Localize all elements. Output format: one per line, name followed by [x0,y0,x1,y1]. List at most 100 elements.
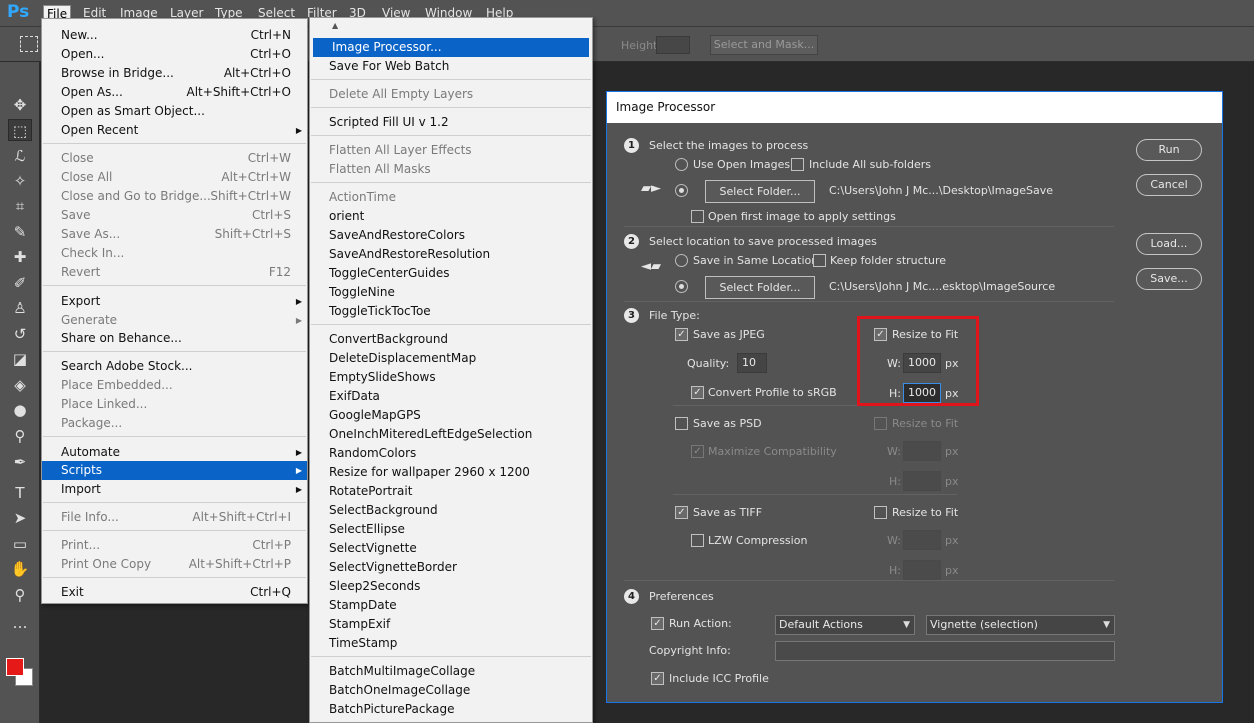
psd-height-input[interactable] [903,471,941,491]
jpeg-quality-input[interactable]: 10 [737,353,767,373]
more-tools-icon[interactable]: … [8,612,32,634]
action-set-dropdown[interactable]: Default Actions ▼ [775,615,915,635]
lasso-tool-icon[interactable]: ℒ [8,145,32,167]
script-item[interactable]: ActionTime [310,188,592,207]
script-item[interactable]: BatchPicturePackage [310,700,592,719]
file-new[interactable]: New... Ctrl+N [42,26,307,45]
tiff-width-input[interactable] [903,530,941,550]
file-save-as[interactable]: Save As... Shift+Ctrl+S [42,225,307,244]
file-share-behance[interactable]: Share on Behance... [42,329,307,348]
tiff-resize-to-fit-checkbox[interactable] [874,506,887,519]
file-close-all[interactable]: Close All Alt+Ctrl+W [42,168,307,187]
action-dropdown[interactable]: Vignette (selection) ▼ [926,615,1115,635]
script-item[interactable]: SelectBackground [310,501,592,520]
eyedropper-icon[interactable]: ✎ [8,221,32,243]
height-input[interactable] [656,36,690,54]
convert-srgb-checkbox[interactable]: ✓ [691,386,704,399]
script-item[interactable]: Flatten All Layer Effects [310,141,592,160]
file-place-embedded[interactable]: Place Embedded... [42,376,307,395]
move-tool-icon[interactable]: ✥ [8,94,32,116]
file-export[interactable]: Export ▶ [42,292,307,311]
foreground-color-swatch[interactable] [6,658,24,676]
load-button[interactable]: Load... [1136,233,1202,255]
file-search-stock[interactable]: Search Adobe Stock... [42,357,307,376]
select-and-mask-button[interactable]: Select and Mask... [710,35,818,55]
blur-tool-icon[interactable]: ● [8,399,32,421]
include-subfolders-checkbox[interactable] [791,158,804,171]
save-same-location-radio[interactable] [675,254,688,267]
script-item[interactable]: ToggleNine [310,283,592,302]
dodge-tool-icon[interactable]: ⚲ [8,425,32,447]
save-select-folder-radio[interactable] [675,280,688,293]
script-item[interactable]: Flatten All Masks [310,160,592,179]
script-item[interactable]: GoogleMapGPS [310,406,592,425]
script-item[interactable]: orient [310,207,592,226]
script-item[interactable]: Sleep2Seconds [310,577,592,596]
save-settings-button[interactable]: Save... [1136,268,1202,290]
script-item[interactable]: SelectVignetteBorder [310,558,592,577]
script-item[interactable]: SaveAndRestoreColors [310,226,592,245]
file-revert[interactable]: Revert F12 [42,263,307,282]
zoom-tool-icon[interactable]: ⚲ [8,584,32,606]
run-action-checkbox[interactable]: ✓ [651,617,664,630]
maximize-compatibility-checkbox[interactable]: ✓ [691,445,704,458]
select-folder-radio[interactable] [675,184,688,197]
script-item[interactable]: ToggleTickTocToe [310,302,592,321]
run-button[interactable]: Run [1136,139,1202,161]
script-item[interactable]: ExifData [310,387,592,406]
rectangle-tool-icon[interactable]: ▭ [8,533,32,555]
copyright-info-input[interactable] [775,641,1115,661]
file-print-one-copy[interactable]: Print One Copy Alt+Shift+Ctrl+P [42,555,307,574]
script-item[interactable]: BatchMultiImageCollage [310,662,592,681]
magic-wand-icon[interactable]: ✧ [8,170,32,192]
psd-width-input[interactable] [903,441,941,461]
hand-tool-icon[interactable]: ✋ [8,558,32,580]
file-exit[interactable]: Exit Ctrl+Q [42,583,307,602]
script-item[interactable]: StampDate [310,596,592,615]
paint-bucket-icon[interactable]: ◈ [8,374,32,396]
script-item[interactable]: BatchOneImageCollage [310,681,592,700]
scroll-up-arrow-icon[interactable]: ▲ [332,21,338,30]
script-item[interactable]: Delete All Empty Layers [310,85,592,104]
include-icc-checkbox[interactable]: ✓ [651,672,664,685]
rectangular-marquee-icon[interactable] [20,36,38,52]
crop-tool-icon[interactable]: ⌗ [8,195,32,217]
file-automate[interactable]: Automate ▶ [42,443,307,462]
pen-tool-icon[interactable]: ✒ [8,451,32,473]
healing-brush-icon[interactable]: ✚ [8,246,32,268]
file-open[interactable]: Open... Ctrl+O [42,45,307,64]
path-selection-icon[interactable]: ➤ [8,507,32,529]
open-first-image-checkbox[interactable] [691,210,704,223]
file-scripts[interactable]: Scripts ▶ [42,461,307,480]
select-destination-folder-button[interactable]: Select Folder... [705,276,815,299]
select-source-folder-button[interactable]: Select Folder... [705,180,815,203]
clone-stamp-icon[interactable]: ♙ [8,297,32,319]
script-item[interactable]: Save For Web Batch [310,57,592,76]
file-print[interactable]: Print... Ctrl+P [42,536,307,555]
keep-folder-structure-checkbox[interactable] [813,254,826,267]
file-info[interactable]: File Info... Alt+Shift+Ctrl+I [42,508,307,527]
file-open-as[interactable]: Open As... Alt+Shift+Ctrl+O [42,83,307,102]
file-open-smart-object[interactable]: Open as Smart Object... [42,102,307,121]
script-item[interactable]: SelectEllipse [310,520,592,539]
file-import[interactable]: Import ▶ [42,480,307,499]
file-place-linked[interactable]: Place Linked... [42,395,307,414]
script-item[interactable]: SaveAndRestoreResolution [310,245,592,264]
tiff-height-input[interactable] [903,560,941,580]
script-item[interactable]: TimeStamp [310,634,592,653]
script-item[interactable]: ToggleCenterGuides [310,264,592,283]
eraser-icon[interactable]: ◪ [8,348,32,370]
file-save[interactable]: Save Ctrl+S [42,206,307,225]
script-image-processor[interactable]: Image Processor... [313,38,589,57]
file-close[interactable]: Close Ctrl+W [42,149,307,168]
file-close-go-bridge[interactable]: Close and Go to Bridge... Shift+Ctrl+W [42,187,307,206]
file-check-in[interactable]: Check In... [42,244,307,263]
script-item[interactable]: EmptySlideShows [310,368,592,387]
type-tool-icon[interactable]: T [8,482,32,504]
psd-resize-to-fit-checkbox[interactable] [874,417,887,430]
save-as-tiff-checkbox[interactable]: ✓ [675,506,688,519]
save-as-psd-checkbox[interactable] [675,417,688,430]
script-item[interactable]: StampExif [310,615,592,634]
cancel-button[interactable]: Cancel [1136,174,1202,196]
script-item[interactable]: RandomColors [310,444,592,463]
